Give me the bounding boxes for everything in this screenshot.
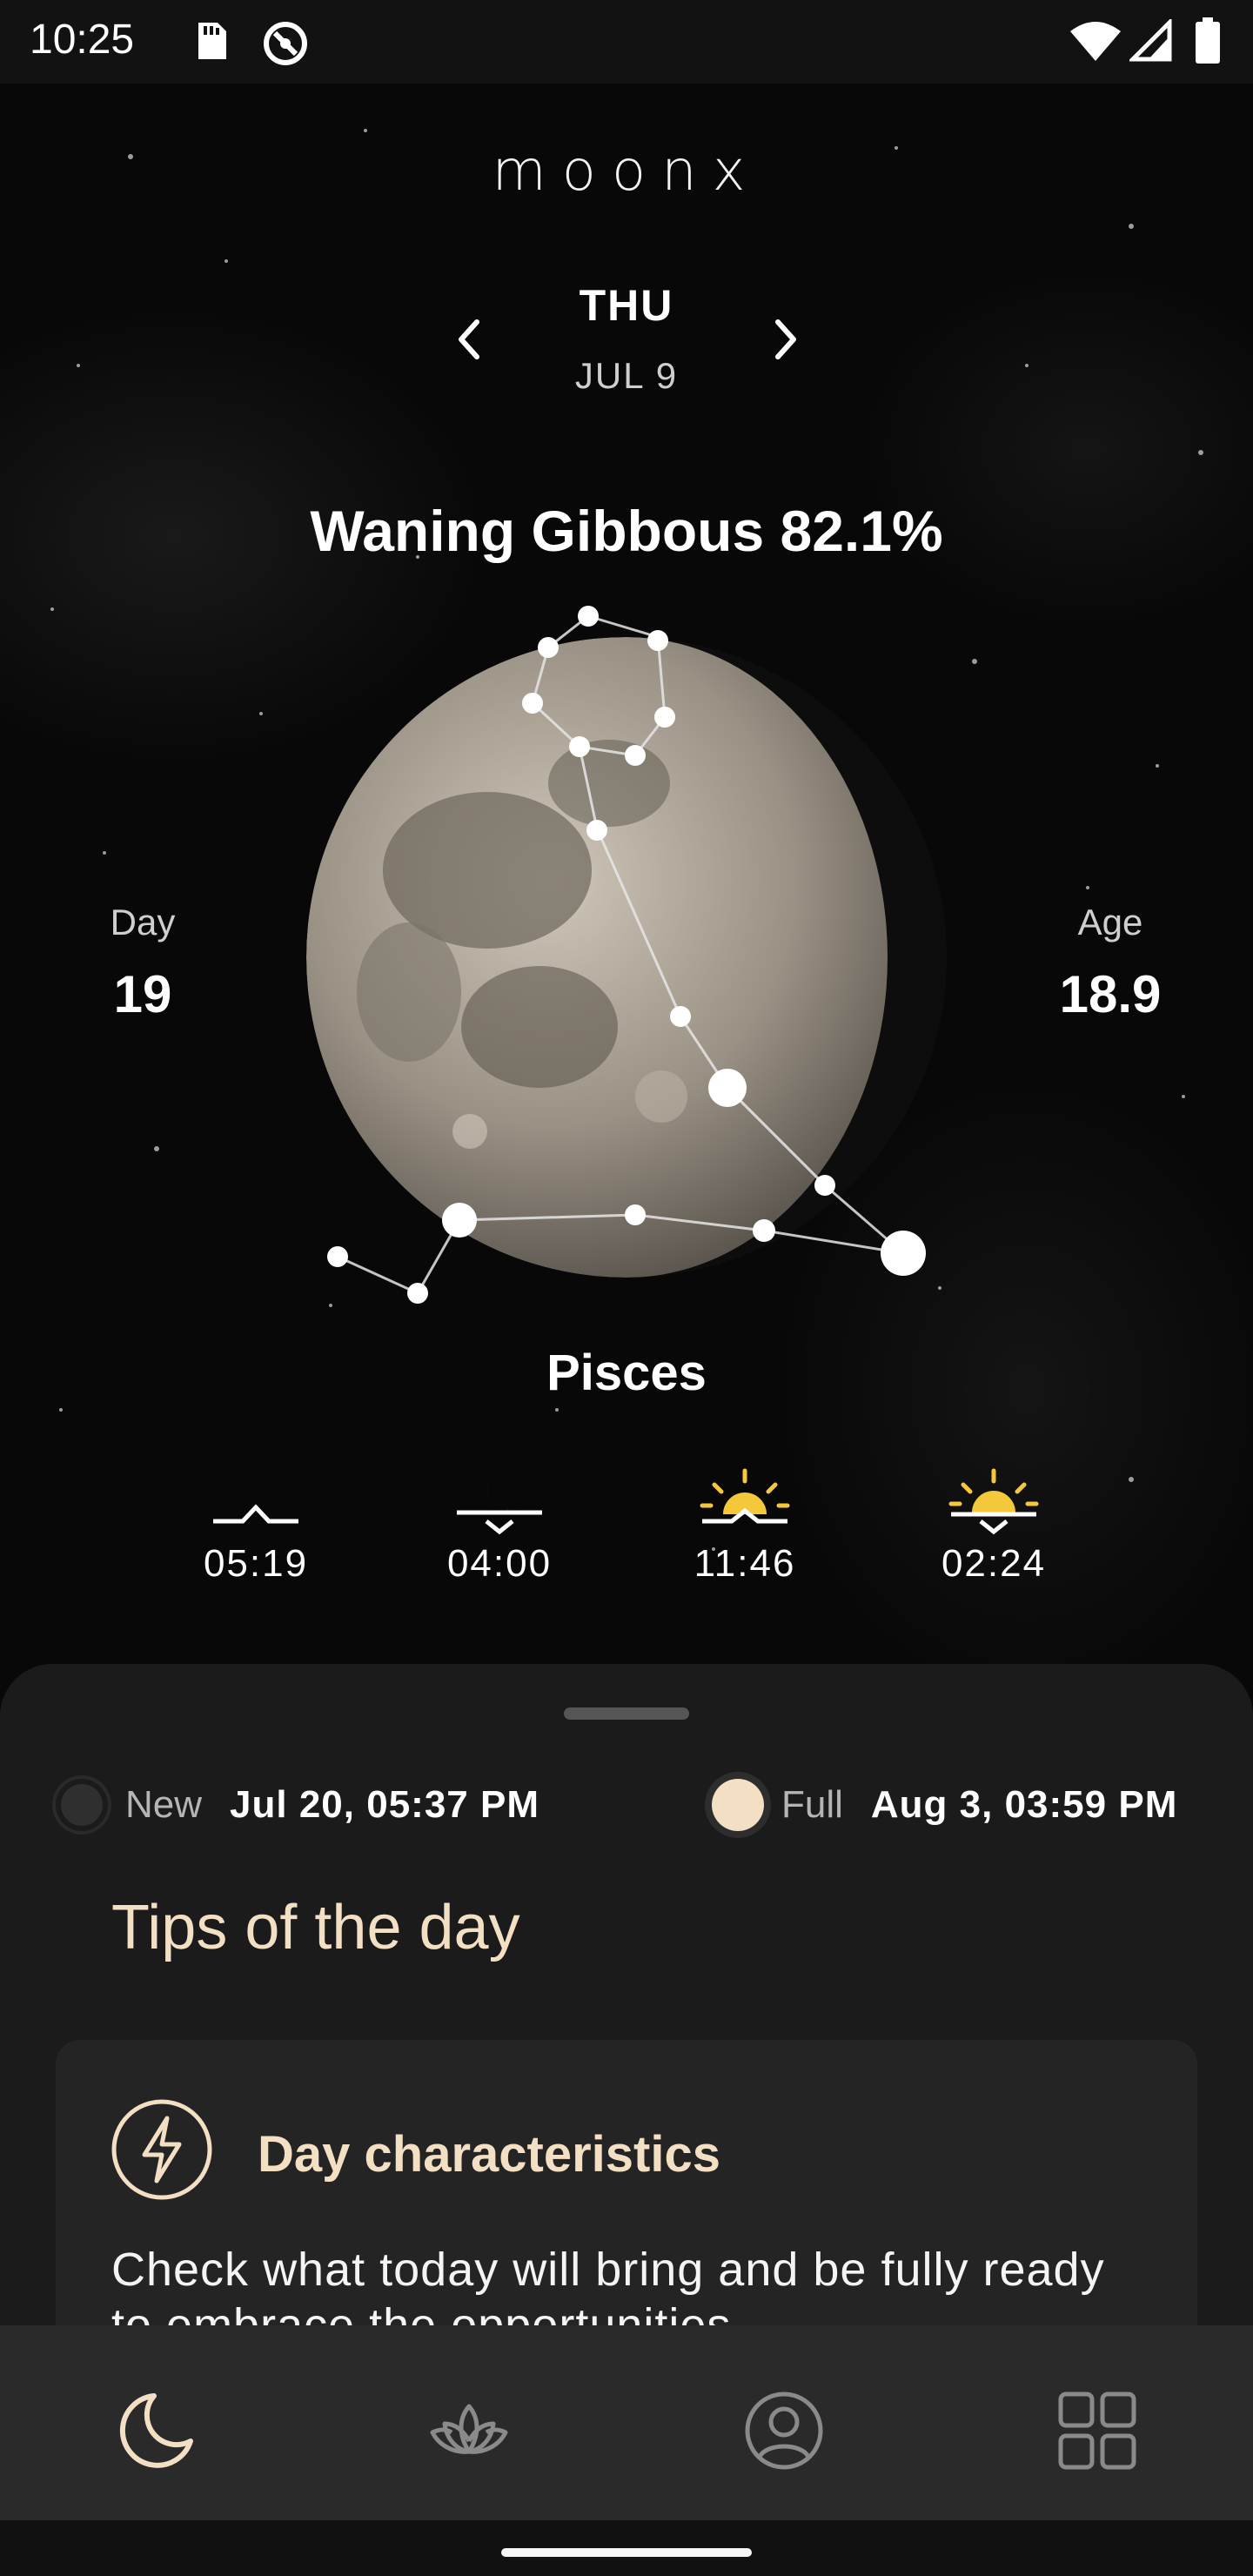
moonrise-event: 05:19	[169, 1466, 343, 1586]
sunrise-time: 02:24	[941, 1542, 1047, 1585]
date-day: THU	[579, 281, 674, 330]
data-saver-icon	[261, 19, 310, 72]
day-label: Day	[110, 902, 176, 943]
bottom-navigation	[0, 2325, 1253, 2520]
moon-phase-title: Waning Gibbous 82.1%	[310, 499, 943, 563]
new-moon-label: New	[125, 1783, 203, 1826]
full-moon-label: Full	[781, 1783, 843, 1826]
moonset-icon	[457, 1474, 542, 1535]
new-moon-icon	[56, 1779, 108, 1831]
lightning-icon	[110, 2097, 214, 2206]
moonrise-icon	[213, 1476, 298, 1524]
nav-profile-tab[interactable]	[736, 2383, 832, 2479]
grid-icon	[1058, 2392, 1136, 2470]
chevron-right-icon	[775, 319, 796, 359]
sd-card-icon	[191, 19, 230, 67]
battery-icon	[1194, 17, 1222, 69]
app-logo: moonx	[492, 139, 761, 204]
profile-icon	[745, 2392, 823, 2470]
bottom-sheet[interactable]: New Jul 20, 05:37 PM Full Aug 3, 03:59 P…	[0, 1664, 1253, 2388]
sunset-time: 11:46	[694, 1542, 796, 1585]
moonset-time: 04:00	[446, 1542, 553, 1585]
tip-card-title: Day characteristics	[258, 2126, 720, 2183]
new-moon-info: New Jul 20, 05:37 PM	[56, 1770, 539, 1840]
sunset-event: 11:46	[658, 1466, 832, 1586]
status-bar: 10:25	[0, 0, 1253, 84]
nav-grid-tab[interactable]	[1049, 2383, 1145, 2479]
zodiac-sign: Pisces	[546, 1345, 707, 1401]
tips-section-title: Tips of the day	[111, 1893, 520, 1962]
moonset-event: 04:00	[412, 1466, 586, 1586]
sunrise-icon	[948, 1468, 1039, 1535]
new-moon-date: Jul 20, 05:37 PM	[230, 1783, 539, 1826]
moonrise-time: 05:19	[203, 1542, 309, 1585]
status-time: 10:25	[30, 17, 135, 63]
star-field	[50, 129, 1203, 1551]
lotus-icon	[430, 2404, 508, 2454]
nav-moon-tab[interactable]	[110, 2383, 205, 2479]
signal-icon	[1127, 17, 1173, 67]
full-moon-info: Full Aug 3, 03:59 PM	[712, 1770, 1177, 1840]
sheet-drag-handle[interactable]	[564, 1707, 689, 1720]
home-gesture-bar[interactable]	[501, 2548, 752, 2557]
wifi-icon	[1069, 19, 1122, 67]
age-value: 18.9	[1059, 965, 1162, 1023]
age-label: Age	[1077, 902, 1143, 943]
moon-icon	[119, 2393, 193, 2468]
date-date: JUL 9	[574, 355, 679, 396]
sunrise-event: 02:24	[907, 1466, 1081, 1586]
next-day-button[interactable]	[759, 313, 811, 366]
full-moon-date: Aug 3, 03:59 PM	[870, 1783, 1178, 1826]
full-moon-icon	[712, 1779, 764, 1831]
day-value: 19	[113, 965, 172, 1023]
nav-lotus-tab[interactable]	[421, 2383, 517, 2479]
sunset-icon	[700, 1468, 790, 1524]
